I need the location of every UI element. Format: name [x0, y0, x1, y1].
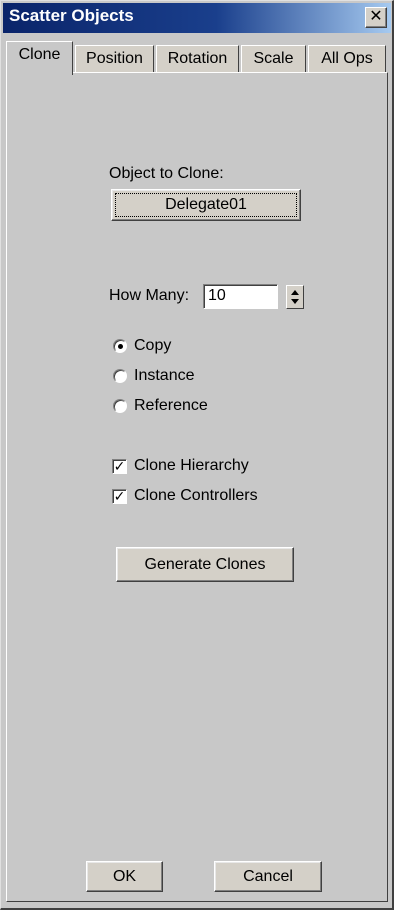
how-many-spinner[interactable]: [286, 285, 304, 309]
object-to-clone-button[interactable]: Delegate01: [111, 189, 301, 221]
window-title: Scatter Objects: [9, 6, 134, 25]
cancel-button[interactable]: Cancel: [214, 861, 322, 892]
tab-strip: Clone Position Rotation Scale All Ops: [6, 41, 388, 75]
clone-hierarchy-checkbox[interactable]: ✓: [112, 459, 127, 474]
radio-reference[interactable]: [113, 399, 127, 413]
tab-all-ops[interactable]: All Ops: [308, 45, 386, 73]
close-button[interactable]: ✕: [365, 7, 387, 28]
spinner-down-icon[interactable]: [291, 299, 299, 304]
radio-instance-label: Instance: [134, 367, 195, 384]
clone-controllers-label: Clone Controllers: [134, 487, 258, 504]
radio-reference-label: Reference: [134, 397, 208, 414]
radio-copy[interactable]: [113, 339, 127, 353]
object-to-clone-label: Object to Clone:: [109, 165, 224, 182]
tab-scale[interactable]: Scale: [241, 45, 306, 73]
focus-rect: [115, 193, 297, 217]
tab-clone[interactable]: Clone: [6, 41, 73, 75]
close-icon: ✕: [369, 8, 383, 25]
ok-button[interactable]: OK: [86, 861, 163, 892]
spinner-up-icon[interactable]: [291, 290, 299, 295]
radio-instance[interactable]: [113, 369, 127, 383]
tab-position[interactable]: Position: [75, 45, 154, 73]
check-icon: ✓: [113, 458, 126, 474]
how-many-label: How Many:: [109, 287, 190, 304]
clone-panel: Object to Clone: Delegate01 How Many: 10…: [6, 72, 388, 902]
generate-clones-button[interactable]: Generate Clones: [116, 547, 294, 582]
scatter-objects-window: Scatter Objects ✕ Clone Position Rotatio…: [0, 0, 394, 910]
tab-rotation[interactable]: Rotation: [156, 45, 239, 73]
how-many-input[interactable]: 10: [203, 284, 278, 309]
radio-selected-dot: [118, 344, 123, 349]
radio-copy-label: Copy: [134, 337, 172, 354]
clone-hierarchy-label: Clone Hierarchy: [134, 457, 249, 474]
clone-controllers-checkbox[interactable]: ✓: [112, 489, 127, 504]
check-icon: ✓: [113, 488, 126, 504]
title-bar[interactable]: Scatter Objects ✕: [3, 3, 391, 33]
how-many-value: 10: [208, 287, 226, 304]
